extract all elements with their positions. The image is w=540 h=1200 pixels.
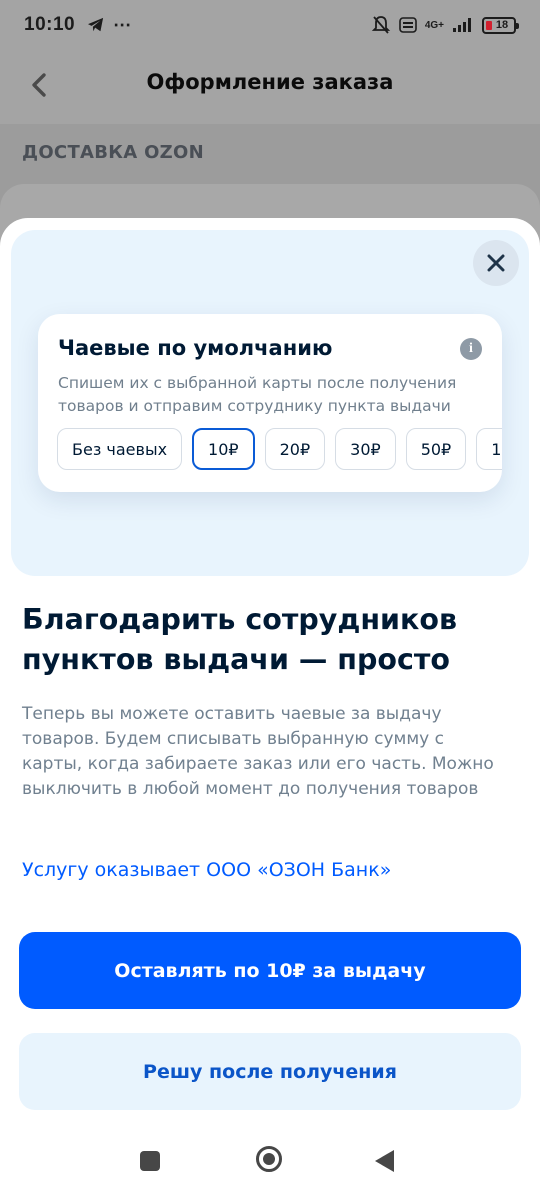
bottom-sheet: Чаевые по умолчанию i Спишем их с выбран… — [0, 218, 540, 1200]
status-bar: 10:10 ⋯ 4G+ 18 — [0, 0, 540, 50]
tip-card-title: Чаевые по умолчанию — [58, 336, 333, 360]
network-type-label: 4G+ — [424, 19, 444, 31]
battery-level: 18 — [495, 19, 509, 31]
hero-illustration: Чаевые по умолчанию i Спишем их с выбран… — [11, 230, 529, 576]
tip-options: Без чаевых 10₽ 20₽ 30₽ 50₽ 10 — [57, 428, 502, 470]
page-title: Оформление заказа — [146, 70, 394, 94]
tip-option-10: 10₽ — [192, 428, 255, 470]
app-bar: Оформление заказа — [0, 50, 540, 124]
telegram-icon — [88, 17, 104, 32]
tip-option-100: 10 — [476, 428, 502, 470]
system-nav-bar — [0, 1134, 540, 1200]
tip-option-30: 30₽ — [335, 428, 396, 470]
tip-option-20: 20₽ — [264, 428, 326, 470]
more-notifications-icon: ⋯ — [113, 14, 133, 35]
decide-later-button[interactable]: Решу после получения — [19, 1033, 521, 1110]
home-icon[interactable] — [256, 1146, 282, 1172]
close-button[interactable] — [473, 240, 519, 286]
sheet-headline: Благодарить сотрудников пунктов выдачи —… — [22, 603, 457, 676]
mute-icon — [371, 16, 390, 34]
tip-option-none: Без чаевых — [57, 428, 183, 470]
bank-info-link[interactable]: Услугу оказывает ООО «ОЗОН Банк» — [22, 859, 391, 881]
tip-settings-card: Чаевые по умолчанию i Спишем их с выбран… — [38, 314, 502, 492]
tip-option-50: 50₽ — [405, 428, 467, 470]
sheet-body-text: Теперь вы можете оставить чаевые за выда… — [22, 704, 494, 799]
recent-apps-icon[interactable] — [140, 1151, 160, 1171]
battery-icon: 18 — [482, 16, 519, 34]
info-icon: i — [460, 338, 482, 360]
back-triangle-icon[interactable] — [375, 1150, 394, 1172]
volte-icon — [399, 17, 417, 33]
enable-tips-button[interactable]: Оставлять по 10₽ за выдачу — [19, 932, 521, 1009]
close-icon — [487, 254, 505, 272]
signal-icon — [453, 18, 471, 32]
section-label: ДОСТАВКА OZON — [22, 142, 205, 163]
tip-card-description: Спишем их с выбранной карты после получе… — [58, 374, 457, 415]
status-time: 10:10 — [24, 14, 76, 35]
